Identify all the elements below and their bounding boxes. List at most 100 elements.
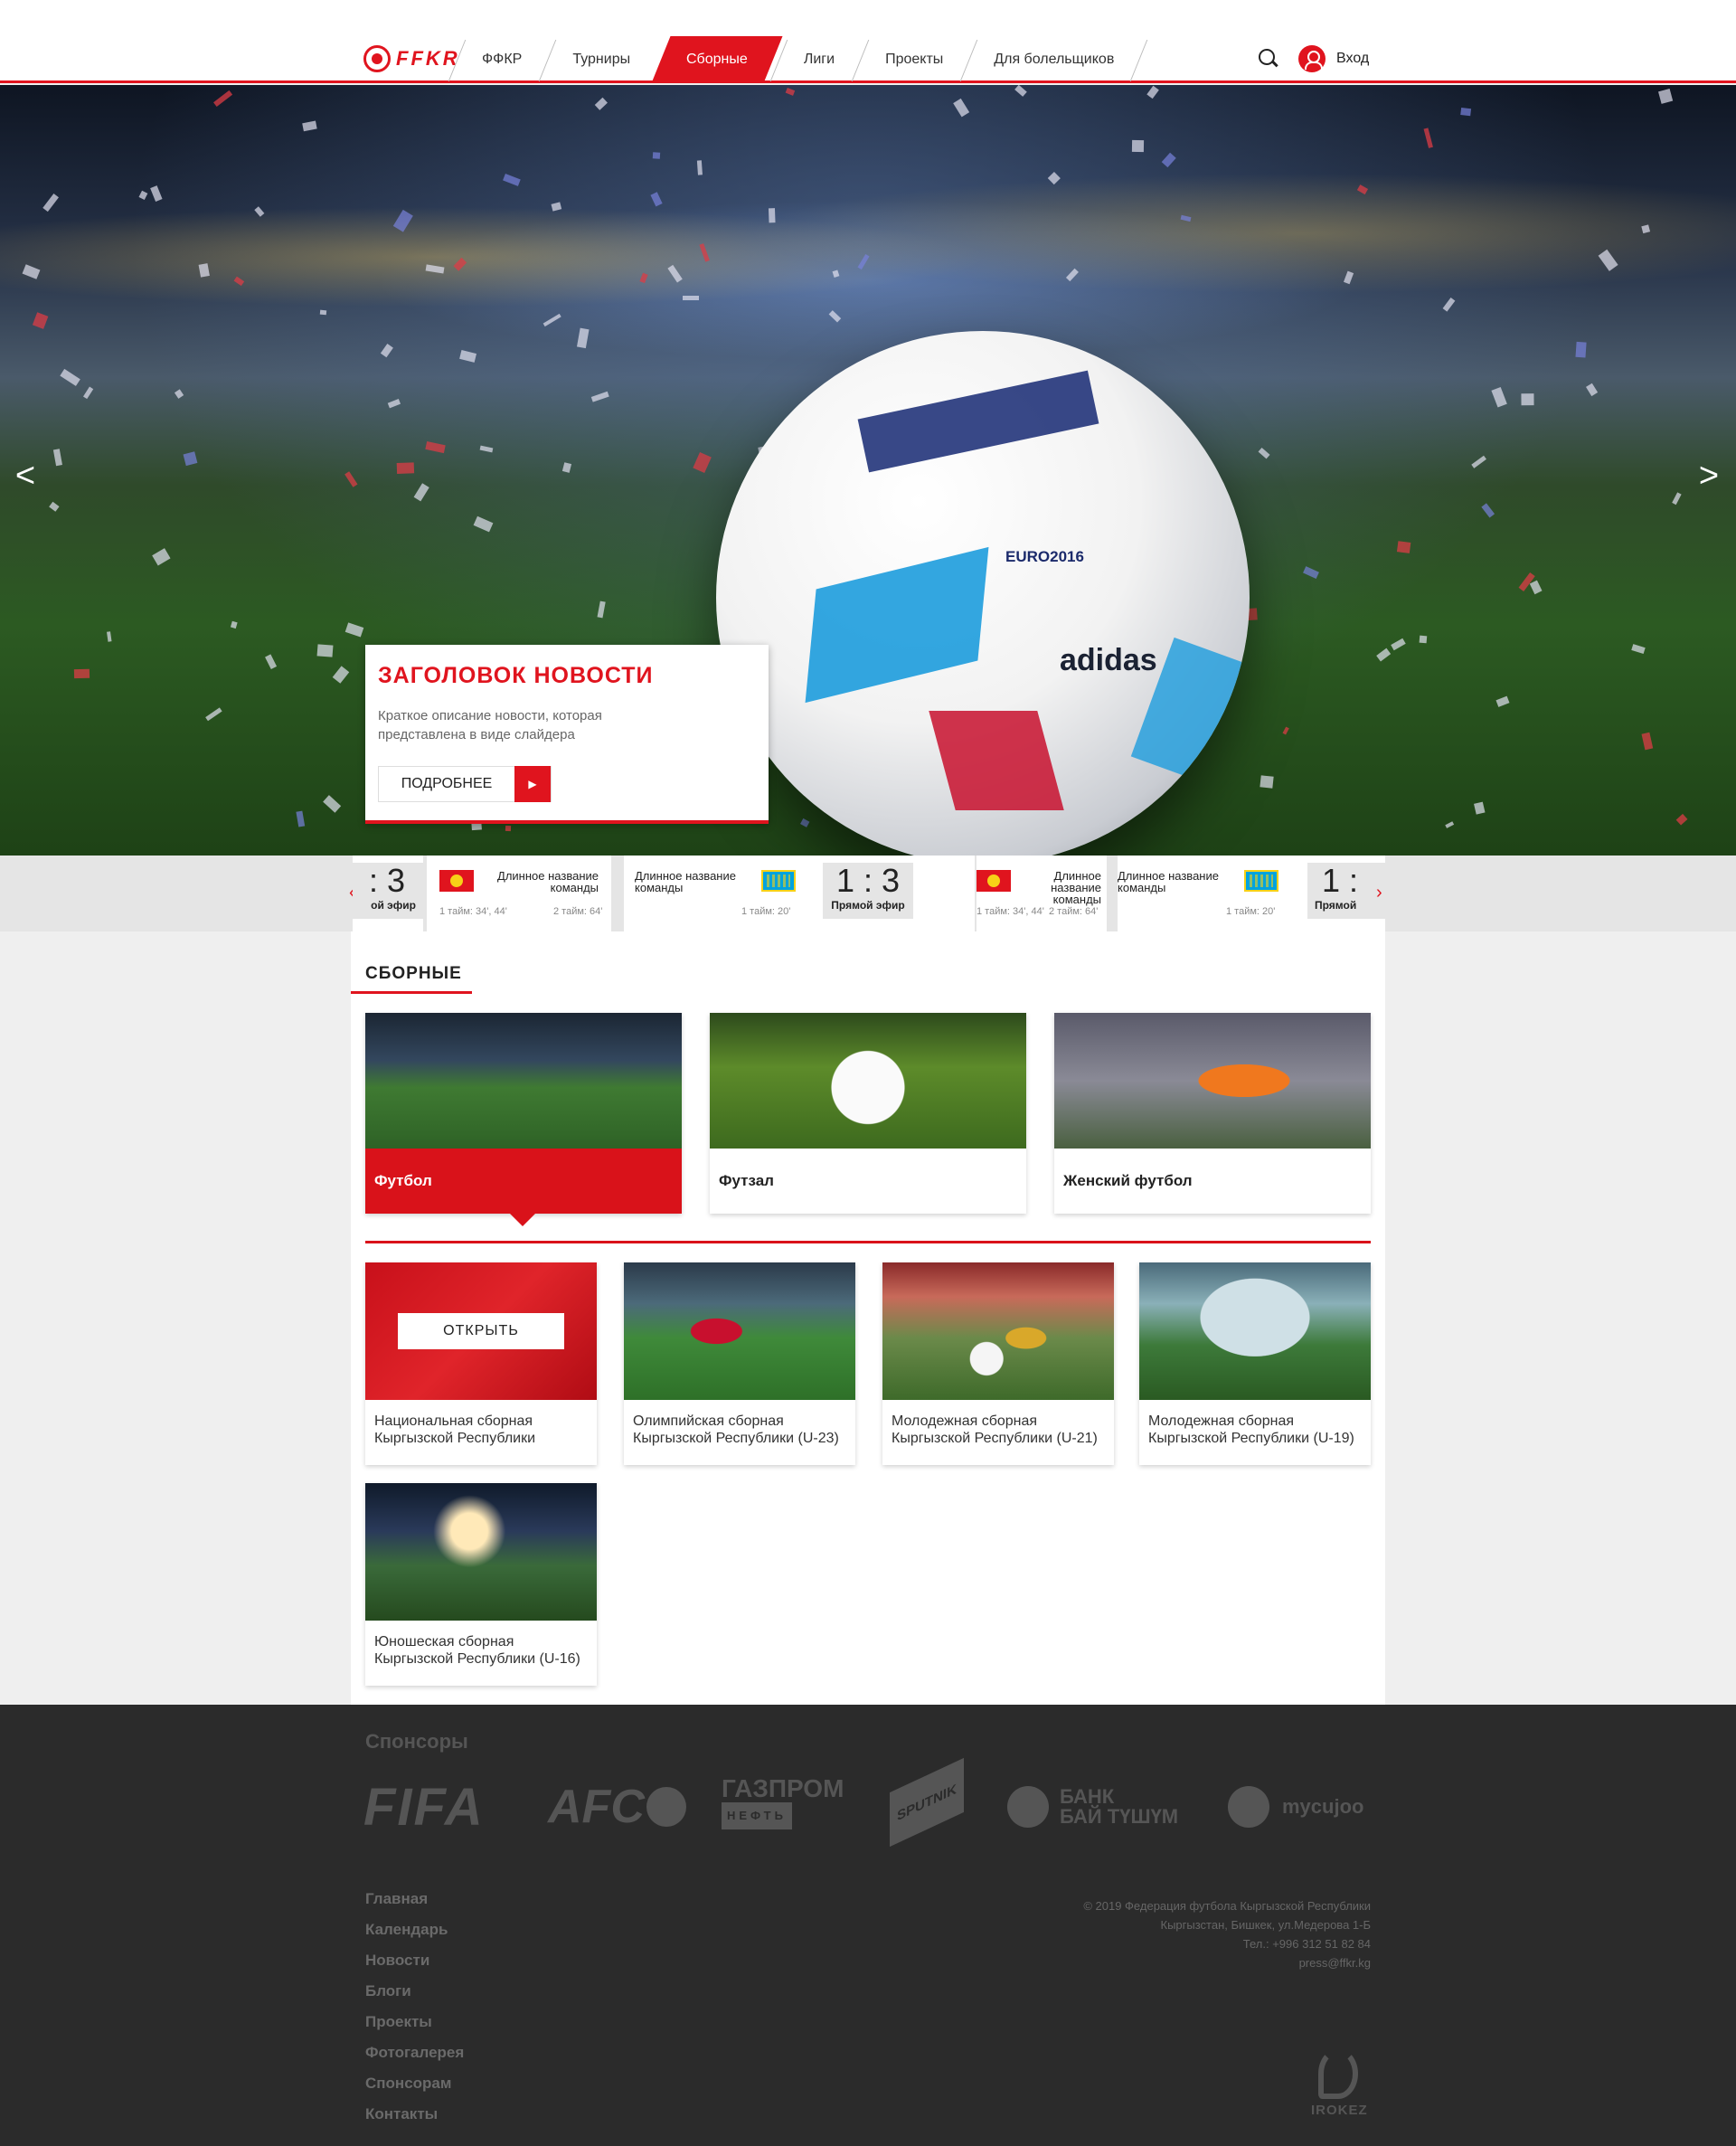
sputnik-logo[interactable]: SPUTNIK [890, 1757, 964, 1848]
slider-next-icon[interactable]: > [1691, 458, 1727, 494]
team-label: Молодежная сборная Кыргызской Республики… [1148, 1413, 1354, 1446]
team-photo: ОТКРЫТЬ [365, 1262, 597, 1400]
match-card[interactable]: : 3 ой эфир [353, 856, 423, 931]
fifa-logo[interactable]: FIFA [363, 1775, 485, 1839]
nav-item-national-teams[interactable]: Сборные [651, 36, 783, 83]
confetti-piece [397, 462, 415, 474]
category-label: Футбол [365, 1149, 682, 1214]
open-button[interactable]: ОТКРЫТЬ [398, 1313, 564, 1349]
bank-logo-text: БАНК [1060, 1785, 1115, 1808]
confetti-piece [151, 548, 171, 566]
team-card-u23[interactable]: Олимпийская сборная Кыргызской Республик… [624, 1262, 855, 1465]
title-underline [351, 991, 472, 994]
confetti-piece [1473, 802, 1486, 815]
confetti-piece [205, 707, 222, 722]
nav-item-ffkr[interactable]: ФФКР [457, 36, 547, 83]
divider [365, 1241, 1371, 1243]
team-label: Национальная сборная Кыргызской Республи… [374, 1413, 536, 1446]
footer-link-contacts[interactable]: Контакты [365, 2099, 464, 2130]
ball-event-text: EURO2016 [1005, 548, 1084, 565]
confetti-piece [48, 502, 60, 513]
confetti-piece [1257, 447, 1269, 459]
team-card-u19[interactable]: Молодежная сборная Кыргызской Республики… [1139, 1262, 1371, 1465]
category-womens-football[interactable]: Женский футбол [1054, 1013, 1371, 1214]
active-pointer-icon [510, 1214, 535, 1226]
footer-link-blogs[interactable]: Блоги [365, 1976, 464, 2007]
confetti-piece [1481, 503, 1495, 519]
live-label: Прямой [1315, 899, 1357, 912]
kazakhstan-flag-icon [761, 870, 796, 892]
team-card-u21[interactable]: Молодежная сборная Кыргызской Республики… [882, 1262, 1114, 1465]
confetti-piece [1302, 566, 1319, 580]
footer-link-home[interactable]: Главная [365, 1884, 464, 1914]
user-icon [1298, 45, 1326, 72]
sputnik-logo-text: SPUTNIK [897, 1781, 957, 1824]
confetti-piece [561, 462, 571, 474]
team-card-u16[interactable]: Юношеская сборная Кыргызской Республики … [365, 1483, 597, 1686]
nav-label: Проекты [885, 52, 944, 67]
email-link[interactable]: press@ffkr.kg [1083, 1953, 1371, 1972]
confetti-piece [425, 440, 446, 454]
match-card[interactable]: Длинное название команды 1 тайм: 20' 1 :… [1118, 856, 1385, 931]
goal-time: 1 тайм: 20' [1226, 906, 1276, 917]
gazprom-logo[interactable]: ГАЗПРОМ НЕФТЬ [722, 1775, 844, 1839]
gazprom-logo-text: ГАЗПРОМ [722, 1774, 844, 1802]
team-card-national[interactable]: ОТКРЫТЬ Национальная сборная Кыргызской … [365, 1262, 597, 1465]
login-button[interactable]: Вход [1298, 45, 1369, 72]
irokez-studio-logo[interactable]: IROKEZ [1311, 2048, 1368, 2124]
play-arrow-icon: ▶ [514, 766, 551, 802]
confetti-piece [344, 470, 358, 487]
footer-link-sponsors[interactable]: Спонсорам [365, 2068, 464, 2099]
confetti-piece [785, 88, 796, 96]
confetti-piece [106, 631, 112, 643]
more-button[interactable]: ПОДРОБНЕЕ ▶ [378, 766, 552, 802]
team-name: Длинное название команды [1118, 869, 1219, 894]
nav-item-tournaments[interactable]: Турниры [547, 36, 656, 83]
footer-link-news[interactable]: Новости [365, 1945, 464, 1976]
match-card[interactable]: Длинное название команды [976, 856, 1107, 931]
confetti-piece [652, 152, 661, 160]
bank-bai-tushum-logo[interactable]: БАНК БАЙ ТҮШҮМ [1007, 1775, 1178, 1839]
footer-link-calendar[interactable]: Календарь [365, 1914, 464, 1945]
kyrgyzstan-flag-icon [976, 870, 1011, 892]
nav-item-fans[interactable]: Для болельщиков [968, 36, 1139, 83]
bank-logo-text: БАЙ ТҮШҮМ [1060, 1805, 1179, 1828]
confetti-piece [1495, 695, 1509, 707]
nav-label: Сборные [686, 52, 748, 67]
confetti-piece [1375, 648, 1392, 662]
search-icon[interactable] [1259, 49, 1280, 71]
category-futsal[interactable]: Футзал [710, 1013, 1026, 1214]
confetti-piece [768, 208, 776, 223]
ffkr-logo[interactable]: FFKR [363, 45, 460, 72]
confetti-piece [1529, 580, 1543, 595]
confetti-piece [264, 654, 277, 669]
confetti-piece [413, 483, 429, 502]
nav-item-leagues[interactable]: Лиги [778, 36, 860, 83]
confetti-piece [230, 620, 238, 629]
afc-logo[interactable]: AFC [548, 1775, 686, 1839]
ticker-track: : 3 ой эфир Длинное название команды 1 т… [353, 856, 1385, 931]
team-label: Молодежная сборная Кыргызской Республики… [892, 1413, 1098, 1446]
footer-link-gallery[interactable]: Фотогалерея [365, 2037, 464, 2068]
mycujoo-logo[interactable]: mycujoo [1228, 1775, 1363, 1839]
confetti-piece [1397, 540, 1411, 553]
confetti-piece [1419, 636, 1427, 644]
team-name: Длинное название команды [497, 869, 599, 894]
address-text: Кыргызстан, Бишкек, ул.Медерова 1-Б [1160, 1918, 1371, 1932]
irokez-text: IROKEZ [1311, 2103, 1368, 2118]
slider-prev-icon[interactable]: < [7, 458, 43, 494]
footer-link-projects[interactable]: Проекты [365, 2007, 464, 2037]
confetti-piece [683, 295, 700, 300]
site-footer: Спонсоры FIFA AFC ГАЗПРОМ НЕФТЬ SPUTNIK Б… [0, 1705, 1736, 2146]
bank-icon [1007, 1786, 1049, 1828]
national-teams-section: СБОРНЫЕ Футбол Футзал Женский футбол ОТК… [351, 931, 1385, 1705]
ticker-next-icon[interactable]: › [1376, 883, 1382, 903]
logo-text: FFKR [396, 47, 460, 70]
category-football[interactable]: Футбол [365, 1013, 682, 1214]
ffkr-emblem-icon [363, 45, 391, 72]
match-card[interactable]: Длинное название команды 1 тайм: 20' 1 :… [624, 856, 975, 931]
login-label: Вход [1336, 51, 1370, 66]
match-card[interactable]: Длинное название команды 1 тайм: 34', 44… [427, 856, 611, 931]
nav-item-projects[interactable]: Проекты [860, 36, 968, 83]
confetti-piece [1146, 86, 1160, 99]
